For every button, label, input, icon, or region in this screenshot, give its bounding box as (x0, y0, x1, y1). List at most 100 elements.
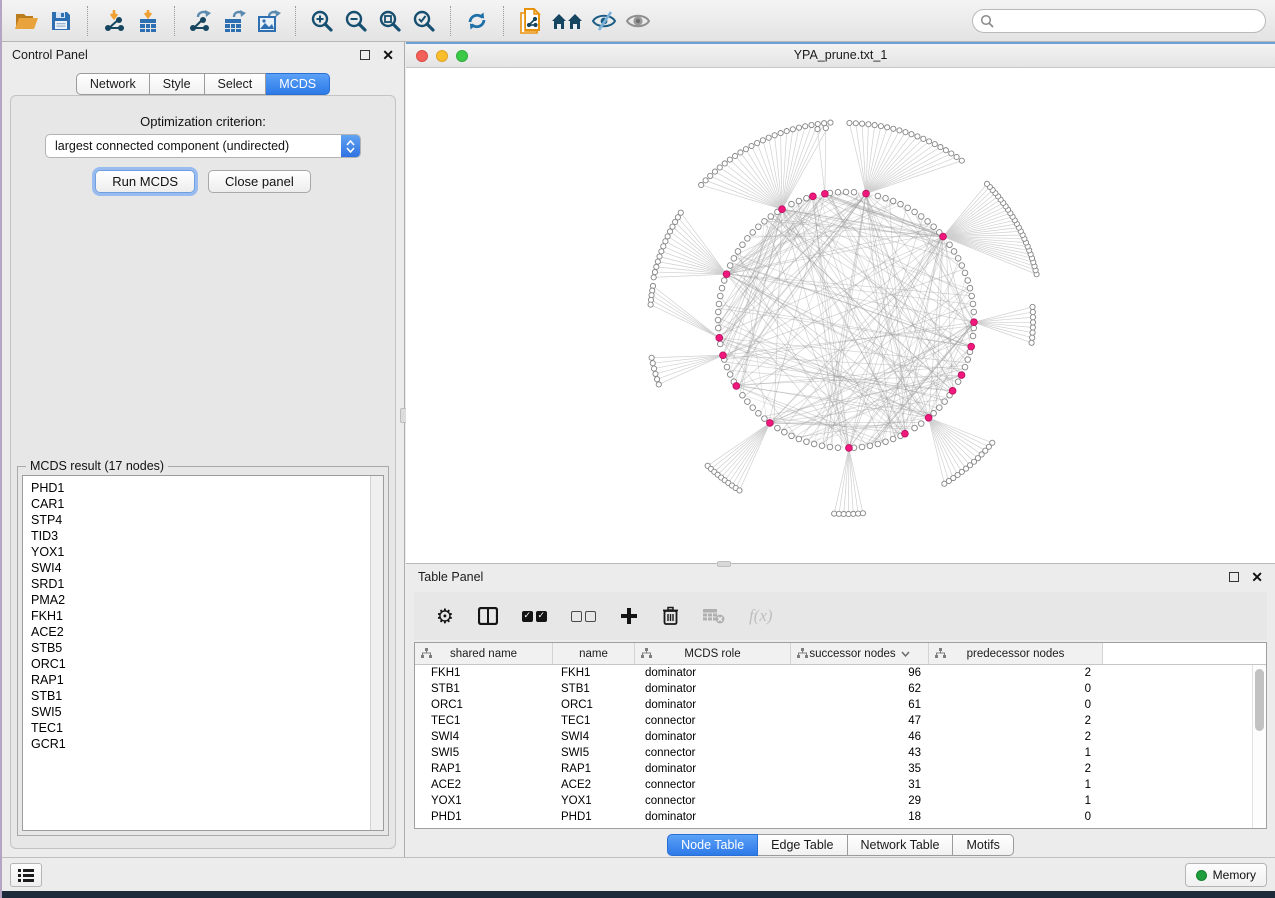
mcds-result-item[interactable]: TEC1 (31, 720, 383, 736)
table-row[interactable]: STB1STB1dominator620 (415, 681, 1252, 697)
network-titlebar[interactable]: YPA_prune.txt_1 (406, 44, 1275, 68)
zoom-out-icon[interactable] (339, 5, 373, 37)
deselect-all-icon[interactable] (571, 611, 596, 622)
table-scrollbar[interactable] (1252, 665, 1266, 828)
tab-node-table[interactable]: Node Table (667, 834, 758, 856)
table-row[interactable]: SWI5SWI5connector431 (415, 745, 1252, 761)
save-session-icon[interactable] (44, 5, 78, 37)
tab-mcds[interactable]: MCDS (266, 73, 330, 95)
column-header-predecessor-nodes[interactable]: predecessor nodes (929, 643, 1103, 664)
float-table-panel-icon[interactable] (1229, 572, 1239, 582)
mcds-result-item[interactable]: STP4 (31, 512, 383, 528)
mcds-result-item[interactable]: SWI5 (31, 704, 383, 720)
table-row[interactable]: YOX1YOX1connector291 (415, 793, 1252, 809)
function-builder-icon[interactable]: f(x) (749, 606, 773, 626)
mcds-result-item[interactable]: SRD1 (31, 576, 383, 592)
run-mcds-button[interactable]: Run MCDS (95, 170, 195, 193)
toolbar-separator (174, 6, 175, 36)
select-all-icon[interactable] (522, 611, 547, 622)
show-all-icon[interactable] (621, 5, 655, 37)
toolbar-separator (503, 6, 504, 36)
mcds-result-item[interactable]: SWI4 (31, 560, 383, 576)
table-cell: 2 (929, 667, 1103, 679)
column-header-successor-nodes[interactable]: successor nodes (791, 643, 929, 664)
column-header-mcds-role[interactable]: MCDS role (635, 643, 791, 664)
table-row[interactable]: ORC1ORC1dominator610 (415, 697, 1252, 713)
mcds-result-list[interactable]: PHD1CAR1STP4TID3YOX1SWI4SRD1PMA2FKH1ACE2… (22, 475, 384, 831)
table-row[interactable]: TEC1TEC1connector472 (415, 713, 1252, 729)
zoom-in-icon[interactable] (305, 5, 339, 37)
tab-network-table[interactable]: Network Table (848, 834, 954, 856)
table-scrollbar-thumb[interactable] (1255, 669, 1264, 731)
table-cell: 18 (791, 811, 929, 823)
table-cell: 46 (791, 731, 929, 743)
control-panel-title: Control Panel (12, 48, 88, 62)
export-network-icon[interactable] (184, 5, 218, 37)
search-field[interactable] (972, 9, 1266, 33)
column-header-shared-name[interactable]: shared name (415, 643, 553, 664)
delete-column-icon[interactable] (662, 606, 679, 626)
table-cell: connector (635, 779, 791, 791)
mcds-result-item[interactable]: RAP1 (31, 672, 383, 688)
network-graph[interactable] (406, 68, 1275, 563)
mcds-result-item[interactable]: STB5 (31, 640, 383, 656)
search-input[interactable] (995, 14, 1265, 28)
dropdown-stepper-icon (341, 135, 360, 157)
mcds-result-item[interactable]: PHD1 (31, 480, 383, 496)
table-panel: Table Panel ✕ ⚙ (406, 563, 1275, 857)
new-network-from-selection-icon[interactable] (513, 5, 547, 37)
mcds-result-item[interactable]: YOX1 (31, 544, 383, 560)
first-neighbors-icon[interactable] (547, 5, 587, 37)
table-row[interactable]: SWI4SWI4dominator462 (415, 729, 1252, 745)
status-menu-button[interactable] (10, 863, 42, 887)
close-panel-icon[interactable]: ✕ (382, 50, 394, 60)
mcds-result-item[interactable]: CAR1 (31, 496, 383, 512)
table-row[interactable]: FKH1FKH1dominator962 (415, 665, 1252, 681)
export-table-icon[interactable] (218, 5, 252, 37)
column-header-name[interactable]: name (553, 643, 635, 664)
mcds-result-item[interactable]: ORC1 (31, 656, 383, 672)
split-pane-icon[interactable] (478, 607, 498, 625)
zoom-fit-icon[interactable] (373, 5, 407, 37)
main-toolbar (2, 0, 1275, 42)
table-body: FKH1FKH1dominator962STB1STB1dominator620… (415, 665, 1252, 828)
refresh-view-icon[interactable] (460, 5, 494, 37)
table-cell: SWI5 (553, 747, 635, 759)
delete-table-icon[interactable] (703, 608, 725, 624)
add-column-icon[interactable] (620, 607, 638, 625)
tab-select[interactable]: Select (205, 73, 267, 95)
tab-motifs[interactable]: Motifs (953, 834, 1013, 856)
import-network-icon[interactable] (97, 5, 131, 37)
mcds-result-item[interactable]: GCR1 (31, 736, 383, 752)
tab-network[interactable]: Network (76, 73, 150, 95)
tab-style[interactable]: Style (150, 73, 205, 95)
mcds-result-item[interactable]: PMA2 (31, 592, 383, 608)
mcds-result-item[interactable]: TID3 (31, 528, 383, 544)
close-table-panel-icon[interactable]: ✕ (1251, 572, 1263, 582)
mcds-list-scrollbar[interactable] (370, 476, 383, 830)
toolbar-separator (450, 6, 451, 36)
optimization-criterion-dropdown[interactable]: largest connected component (undirected) (45, 134, 361, 158)
table-row[interactable]: ACE2ACE2connector311 (415, 777, 1252, 793)
mcds-result-item[interactable]: STB1 (31, 688, 383, 704)
horizontal-splitter-grip[interactable] (717, 561, 731, 567)
table-settings-icon[interactable]: ⚙ (436, 606, 454, 626)
table-row[interactable]: RAP1RAP1dominator352 (415, 761, 1252, 777)
tab-edge-table[interactable]: Edge Table (758, 834, 847, 856)
table-row[interactable]: PHD1PHD1dominator180 (415, 809, 1252, 825)
network-title: YPA_prune.txt_1 (406, 48, 1275, 62)
mcds-result-item[interactable]: FKH1 (31, 608, 383, 624)
zoom-selected-icon[interactable] (407, 5, 441, 37)
table-cell: 2 (929, 763, 1103, 775)
close-panel-button[interactable]: Close panel (208, 170, 311, 193)
open-file-icon[interactable] (10, 5, 44, 37)
network-canvas[interactable] (406, 68, 1275, 563)
export-image-icon[interactable] (252, 5, 286, 37)
memory-button[interactable]: Memory (1185, 863, 1267, 887)
hide-selected-icon[interactable] (587, 5, 621, 37)
import-table-icon[interactable] (131, 5, 165, 37)
table-cell: 0 (929, 811, 1103, 823)
float-panel-icon[interactable] (360, 50, 370, 60)
toolbar-separator (87, 6, 88, 36)
mcds-result-item[interactable]: ACE2 (31, 624, 383, 640)
